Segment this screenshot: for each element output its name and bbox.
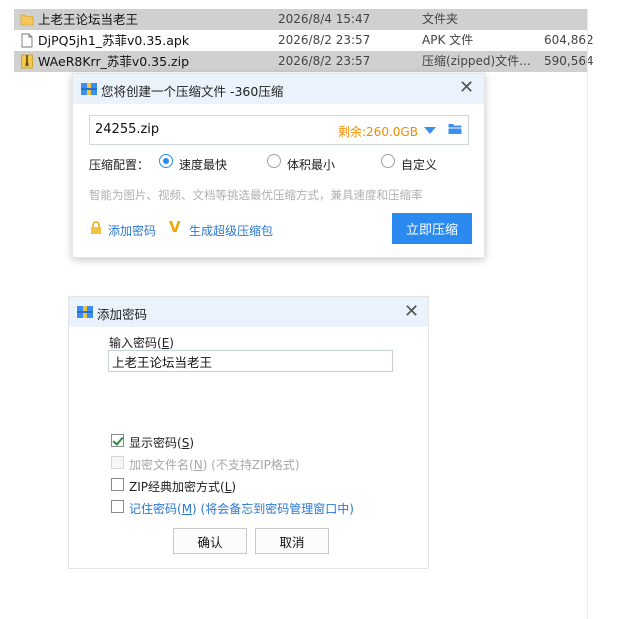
file-name: WAeR8Krr_苏菲v0.35.zip xyxy=(38,54,190,69)
file-name: DjPQ5jh1_苏菲v0.35.apk xyxy=(38,33,190,48)
file-date: 2026/8/2 23:57 xyxy=(278,33,371,47)
compress-now-button[interactable]: 立即压缩 xyxy=(392,213,472,244)
archive-name-text: 24255.zip xyxy=(95,122,160,137)
360zip-app-icon xyxy=(77,306,93,318)
encrypt-filenames-checkbox xyxy=(111,456,124,469)
compress-config-label: 压缩配置： xyxy=(89,158,150,172)
radio-fastest-label[interactable]: 速度最快 xyxy=(179,156,227,173)
lock-icon xyxy=(91,221,101,234)
compress-dialog: 您将创建一个压缩文件 -360压缩 ✕ 24255.zip 剩余:260.0GB… xyxy=(72,73,485,258)
radio-custom-label[interactable]: 自定义 xyxy=(401,156,437,173)
remember-password-label[interactable]: 记住密码(M) (将会备忘到密码管理窗口中) xyxy=(129,500,354,517)
encrypt-filenames-label: 加密文件名(N) (不支持ZIP格式) xyxy=(129,458,300,472)
compress-hint: 智能为图片、视频、文档等挑选最优压缩方式，兼具速度和压缩率 xyxy=(89,188,423,202)
compress-dialog-title: 您将创建一个压缩文件 -360压缩 xyxy=(101,84,284,99)
file-date: 2026/8/4 15:47 xyxy=(278,12,371,26)
add-password-link[interactable]: 添加密码 xyxy=(108,222,156,239)
archive-name-field[interactable]: 24255.zip 剩余:260.0GB xyxy=(89,115,469,145)
apk-file-icon xyxy=(21,33,33,48)
radio-custom[interactable] xyxy=(381,154,395,168)
folder-icon xyxy=(20,14,34,26)
file-type: APK 文件 xyxy=(422,33,474,47)
radio-smallest[interactable] xyxy=(267,154,281,168)
file-row-zip[interactable]: WAeR8Krr_苏菲v0.35.zip 2026/8/2 23:57 压缩(z… xyxy=(14,51,594,72)
radio-fastest[interactable] xyxy=(159,154,173,168)
password-input-label: 输入密码(E) xyxy=(109,336,174,350)
cancel-button[interactable]: 取消 xyxy=(255,528,329,554)
file-date: 2026/8/2 23:57 xyxy=(278,54,371,68)
file-name: 上老王论坛当老王 xyxy=(38,12,139,27)
file-row-folder[interactable]: 上老王论坛当老王 2026/8/4 15:47 文件夹 xyxy=(14,9,587,30)
free-space-text: 剩余:260.0GB xyxy=(338,125,418,139)
360zip-app-icon xyxy=(81,83,97,95)
file-type: 文件夹 xyxy=(422,12,459,26)
browse-folder-icon[interactable] xyxy=(448,123,462,135)
zip-classic-encryption-label[interactable]: ZIP经典加密方式(L) xyxy=(129,478,236,495)
show-password-label[interactable]: 显示密码(S) xyxy=(129,434,194,451)
chevron-down-icon[interactable] xyxy=(424,127,436,134)
file-row-apk[interactable]: DjPQ5jh1_苏菲v0.35.apk 2026/8/2 23:57 APK … xyxy=(14,30,594,51)
close-icon[interactable]: ✕ xyxy=(459,78,474,98)
close-icon[interactable]: ✕ xyxy=(404,302,419,322)
super-package-link[interactable]: 生成超级压缩包 xyxy=(189,222,273,239)
radio-smallest-label[interactable]: 体积最小 xyxy=(287,156,335,173)
file-list: 上老王论坛当老王 2026/8/4 15:47 文件夹 DjPQ5jh1_苏菲v… xyxy=(14,9,594,72)
remember-password-checkbox[interactable] xyxy=(111,500,124,513)
password-input[interactable] xyxy=(108,350,393,372)
add-password-dialog: 添加密码 ✕ 输入密码(E) 显示密码(S) 加密文件名(N) (不支持ZIP格… xyxy=(68,296,429,569)
compress-dialog-titlebar[interactable]: 您将创建一个压缩文件 -360压缩 ✕ xyxy=(73,74,484,104)
show-password-checkbox[interactable] xyxy=(111,434,124,447)
file-type: 压缩(zipped)文件... xyxy=(422,54,531,68)
ok-button[interactable]: 确认 xyxy=(173,528,247,554)
zip-classic-encryption-checkbox[interactable] xyxy=(111,478,124,491)
password-dialog-title: 添加密码 xyxy=(97,307,148,322)
pane-divider xyxy=(587,9,588,619)
password-dialog-titlebar[interactable]: 添加密码 ✕ xyxy=(69,297,428,327)
zip-file-icon xyxy=(21,54,33,69)
super-package-icon: V xyxy=(169,218,181,236)
